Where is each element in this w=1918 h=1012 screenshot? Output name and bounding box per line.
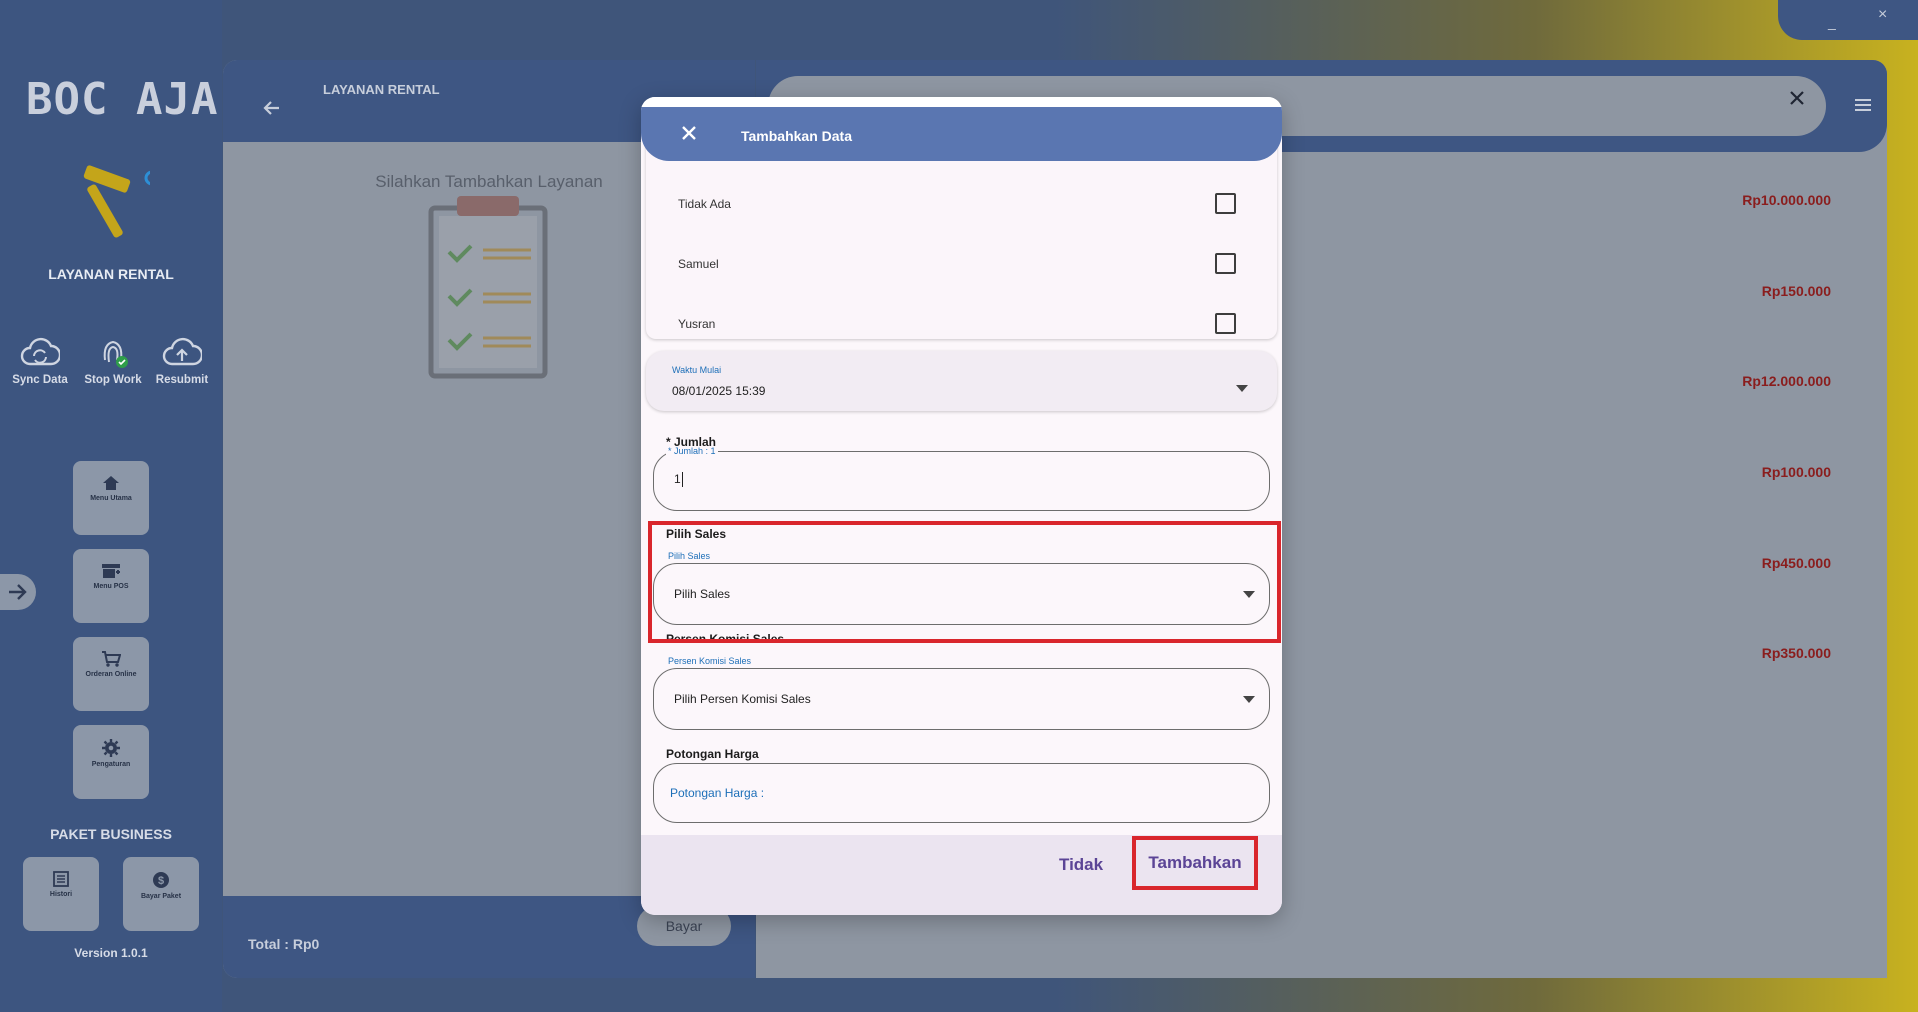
checkbox-row-samuel[interactable]: Samuel xyxy=(678,253,1258,277)
checkbox-row-yusran[interactable]: Yusran xyxy=(678,313,1258,337)
arrow-right-icon xyxy=(9,584,27,600)
service-panel-title: LAYANAN RENTAL xyxy=(323,82,440,97)
sidebar: BOC AJA LAYANAN RENTAL Sync Data Stop Wo… xyxy=(0,0,222,1012)
chevron-down-icon xyxy=(1236,385,1248,392)
store-icon xyxy=(102,564,120,578)
cloud-upload-icon xyxy=(162,337,202,366)
home-icon xyxy=(103,476,119,490)
menu-utama-button[interactable]: Menu Utama xyxy=(73,461,149,535)
checkbox-label: Samuel xyxy=(678,257,719,271)
product-price: Rp350.000 xyxy=(1761,645,1831,661)
stop-work-button[interactable]: Stop Work xyxy=(77,336,149,386)
checkbox[interactable] xyxy=(1215,253,1236,274)
text-cursor xyxy=(681,472,683,488)
checkbox[interactable] xyxy=(1215,193,1236,214)
product-price: Rp150.000 xyxy=(1761,283,1831,299)
expand-sidebar-button[interactable] xyxy=(0,574,36,610)
dialog-header: Tambahkan Data xyxy=(641,107,1282,161)
right-menu-button[interactable] xyxy=(1854,98,1872,117)
highlight-sales-box xyxy=(648,521,1281,643)
window-controls: _ × xyxy=(1778,0,1918,40)
total-label: Total : Rp0 xyxy=(248,936,320,952)
product-price: Rp12.000.000 xyxy=(1742,373,1831,389)
jumlah-value: 1 xyxy=(674,472,683,488)
staff-checkbox-list: Tidak Ada Samuel Yusran xyxy=(646,137,1277,339)
cart-icon xyxy=(102,651,121,667)
jumlah-input[interactable]: 1 xyxy=(653,451,1270,511)
waktu-mulai-dropdown[interactable]: Waktu Mulai 08/01/2025 15:39 xyxy=(646,351,1277,411)
fingerprint-icon xyxy=(103,340,128,368)
svg-text:$: $ xyxy=(158,875,164,887)
resubmit-button[interactable]: Resubmit xyxy=(146,336,218,386)
histori-button[interactable]: Histori xyxy=(23,857,99,931)
close-icon xyxy=(682,126,696,140)
minimize-button[interactable]: _ xyxy=(1828,14,1836,30)
sidebar-title: LAYANAN RENTAL xyxy=(48,266,174,282)
dollar-icon: $ xyxy=(153,872,169,888)
back-button[interactable] xyxy=(263,100,281,121)
add-data-dialog: Tambahkan Data Tidak Ada Samuel Yusran W… xyxy=(641,97,1282,915)
bayar-paket-button[interactable]: $ Bayar Paket xyxy=(123,857,199,931)
menu-pos-button[interactable]: Menu POS xyxy=(73,549,149,623)
komisi-value: Pilih Persen Komisi Sales xyxy=(674,692,811,706)
hamburger-menu-icon xyxy=(1855,99,1871,111)
komisi-dropdown[interactable]: Pilih Persen Komisi Sales xyxy=(653,668,1270,730)
product-price: Rp10.000.000 xyxy=(1742,192,1831,208)
dialog-footer: Tidak Tambahkan xyxy=(641,835,1282,915)
chevron-down-icon xyxy=(1243,696,1255,703)
potongan-section-label: Potongan Harga xyxy=(666,747,759,761)
waktu-mulai-value: 08/01/2025 15:39 xyxy=(672,384,766,398)
close-icon xyxy=(1790,91,1804,105)
product-price: Rp100.000 xyxy=(1761,464,1831,480)
waktu-mulai-label: Waktu Mulai xyxy=(672,365,722,375)
pengaturan-button[interactable]: Pengaturan xyxy=(73,725,149,799)
product-price: Rp450.000 xyxy=(1761,555,1831,571)
window-close-button[interactable]: × xyxy=(1878,6,1887,24)
jumlah-float-label: * Jumlah : 1 xyxy=(666,446,718,456)
brand-logo: BOC AJA xyxy=(26,74,219,125)
potongan-placeholder: Potongan Harga : xyxy=(670,786,765,800)
checkbox-label: Yusran xyxy=(678,317,716,331)
list-icon xyxy=(53,871,69,887)
checkbox[interactable] xyxy=(1215,313,1236,334)
clear-search-button[interactable] xyxy=(1789,90,1805,111)
dialog-top-strip xyxy=(641,97,1282,107)
orderan-online-button[interactable]: Orderan Online xyxy=(73,637,149,711)
version-label: Version 1.0.1 xyxy=(74,946,148,960)
tambahkan-button[interactable]: Tambahkan xyxy=(1132,836,1258,890)
gear-icon xyxy=(102,739,120,757)
sync-data-button[interactable]: Sync Data xyxy=(4,336,76,386)
checkbox-label: Tidak Ada xyxy=(678,197,731,211)
dialog-close-button[interactable] xyxy=(681,125,697,146)
clipboard-icon xyxy=(427,194,549,385)
rental-hammer-icon xyxy=(70,164,160,254)
komisi-float-label: Persen Komisi Sales xyxy=(668,656,752,666)
cancel-button[interactable]: Tidak xyxy=(1059,855,1103,875)
arrow-left-icon xyxy=(263,101,279,115)
paket-title: PAKET BUSINESS xyxy=(50,826,172,842)
dialog-title: Tambahkan Data xyxy=(741,128,852,144)
cloud-sync-icon xyxy=(20,337,60,366)
potongan-harga-input[interactable]: Potongan Harga : xyxy=(653,763,1270,823)
checkbox-row-tidak-ada[interactable]: Tidak Ada xyxy=(678,193,1258,217)
